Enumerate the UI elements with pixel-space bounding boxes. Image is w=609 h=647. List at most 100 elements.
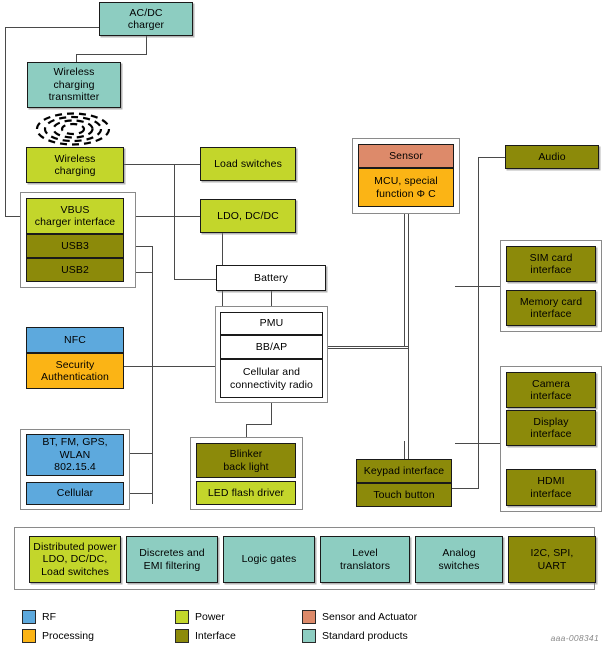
block-mcu-special-function[interactable]: MCU, special function Φ C — [358, 168, 454, 207]
bottom-bar-item[interactable]: Distributed power LDO, DC/DC, Load switche… — [29, 536, 121, 583]
legend-label: RF — [42, 611, 56, 623]
bottom-bar-item[interactable]: Discretes and EMI filtering — [126, 536, 218, 583]
block-label: Battery — [254, 271, 288, 284]
block-label: VBUS charger interface — [34, 203, 116, 229]
connector — [174, 164, 175, 280]
block-label: USB3 — [61, 239, 89, 252]
legend-item: Processing — [22, 629, 94, 643]
legend-item: Power — [175, 610, 225, 624]
standard-products-bar: Distributed power LDO, DC/DC, Load switche… — [14, 527, 596, 590]
block-keypad-interface[interactable]: Keypad interface — [356, 459, 452, 483]
block-hdmi-interface[interactable]: HDMI interface — [506, 469, 596, 506]
block-label: SIM card interface — [529, 251, 573, 277]
connector — [124, 164, 200, 165]
block-label: MCU, special function Φ C — [374, 175, 438, 200]
block-label: HDMI interface — [530, 475, 572, 500]
block-label: Display interface — [530, 415, 572, 441]
block-usb2[interactable]: USB2 — [26, 258, 124, 282]
legend-swatch — [22, 610, 36, 624]
legend-swatch — [302, 610, 316, 624]
bottom-bar-item[interactable]: Analog switches — [415, 536, 503, 583]
block-audio[interactable]: Audio — [505, 145, 599, 169]
block-label: PMU — [259, 317, 284, 330]
block-wireless-charging[interactable]: Wireless charging — [26, 147, 124, 183]
legend-swatch — [302, 629, 316, 643]
block-label: Audio — [538, 150, 566, 163]
block-sensor[interactable]: Sensor — [358, 144, 454, 168]
block-label: Blinker back light — [223, 448, 269, 473]
block-display-interface[interactable]: Display interface — [506, 410, 596, 446]
legend-swatch — [175, 629, 189, 643]
block-label: Security Authentication — [41, 358, 109, 384]
legend-item: Interface — [175, 629, 236, 643]
block-label: BB/AP — [255, 340, 288, 353]
block-label: Load switches — [214, 157, 282, 170]
block-cellular-connectivity-radio[interactable]: Cellular and connectivity radio — [220, 359, 323, 398]
block-load-switches[interactable]: Load switches — [200, 147, 296, 181]
connector — [124, 366, 216, 367]
block-label: Camera interface — [530, 377, 572, 403]
block-label: Level translators — [339, 547, 391, 572]
connector — [455, 286, 505, 287]
legend-label: Sensor and Actuator — [322, 611, 418, 623]
block-touch-button[interactable]: Touch button — [356, 483, 452, 507]
connector — [246, 424, 272, 425]
wireless-coil-icon — [35, 112, 111, 146]
block-label: I2C, SPI, UART — [530, 547, 574, 572]
connector — [5, 27, 106, 28]
block-pmu[interactable]: PMU — [220, 312, 323, 335]
legend-item: RF — [22, 610, 56, 624]
block-label: Wireless charging transmitter — [48, 66, 100, 104]
connector — [455, 443, 505, 444]
connector — [5, 27, 6, 217]
block-vbus-charger-interface[interactable]: VBUS charger interface — [26, 198, 124, 234]
block-bb-ap[interactable]: BB/AP — [220, 335, 323, 359]
block-label: AC/DC charger — [127, 6, 165, 32]
bottom-bar-item[interactable]: Logic gates — [223, 536, 315, 583]
block-blinker-back-light[interactable]: Blinker back light — [196, 443, 296, 478]
block-nfc[interactable]: NFC — [26, 327, 124, 353]
legend-item: Standard products — [302, 629, 408, 643]
block-memory-card-interface[interactable]: Memory card interface — [506, 290, 596, 326]
block-camera-interface[interactable]: Camera interface — [506, 372, 596, 408]
block-label: Logic gates — [241, 553, 297, 566]
block-security-authentication[interactable]: Security Authentication — [26, 353, 124, 389]
bottom-bar-item[interactable]: I2C, SPI, UART — [508, 536, 596, 583]
block-label: BT, FM, GPS, WLAN 802.15.4 — [42, 436, 108, 474]
block-label: Memory card interface — [519, 295, 583, 321]
block-diagram: AC/DC charger Wireless charging transmitter… — [0, 0, 609, 647]
connector — [408, 200, 409, 489]
connector — [404, 441, 405, 459]
block-usb3[interactable]: USB3 — [26, 234, 124, 258]
legend-label: Processing — [42, 630, 94, 642]
connector — [146, 33, 147, 55]
block-label: LED flash driver — [207, 486, 285, 499]
block-label: Sensor — [389, 149, 423, 162]
block-label: Wireless charging — [54, 152, 96, 178]
legend-swatch — [175, 610, 189, 624]
connector — [404, 211, 405, 347]
block-label: USB2 — [61, 263, 89, 276]
connector — [478, 157, 479, 489]
block-label: Cellular and connectivity radio — [230, 366, 313, 391]
block-label: Cellular — [56, 487, 94, 500]
connector — [246, 424, 247, 438]
block-sim-card-interface[interactable]: SIM card interface — [506, 246, 596, 282]
block-cellular[interactable]: Cellular — [26, 482, 124, 505]
legend: RF Power Sensor and Actuator Processing Inte… — [22, 610, 492, 646]
block-ac-dc-charger[interactable]: AC/DC charger — [99, 2, 193, 36]
block-ldo-dcdc[interactable]: LDO, DC/DC — [200, 199, 296, 233]
block-label: LDO, DC/DC — [217, 209, 279, 222]
block-label: Discretes and EMI filtering — [139, 547, 205, 572]
connector — [478, 157, 505, 158]
block-bt-fm-gps-wlan[interactable]: BT, FM, GPS, WLAN 802.15.4 — [26, 434, 124, 476]
connector — [271, 403, 272, 425]
connector — [152, 246, 153, 504]
connector — [455, 286, 456, 287]
block-led-flash-driver[interactable]: LED flash driver — [196, 481, 296, 505]
bottom-bar-item[interactable]: Level translators — [320, 536, 410, 583]
document-id: aaa-008341 — [550, 633, 599, 643]
block-wireless-charging-transmitter[interactable]: Wireless charging transmitter — [27, 62, 121, 108]
block-battery[interactable]: Battery — [216, 265, 326, 291]
connector — [76, 54, 147, 55]
